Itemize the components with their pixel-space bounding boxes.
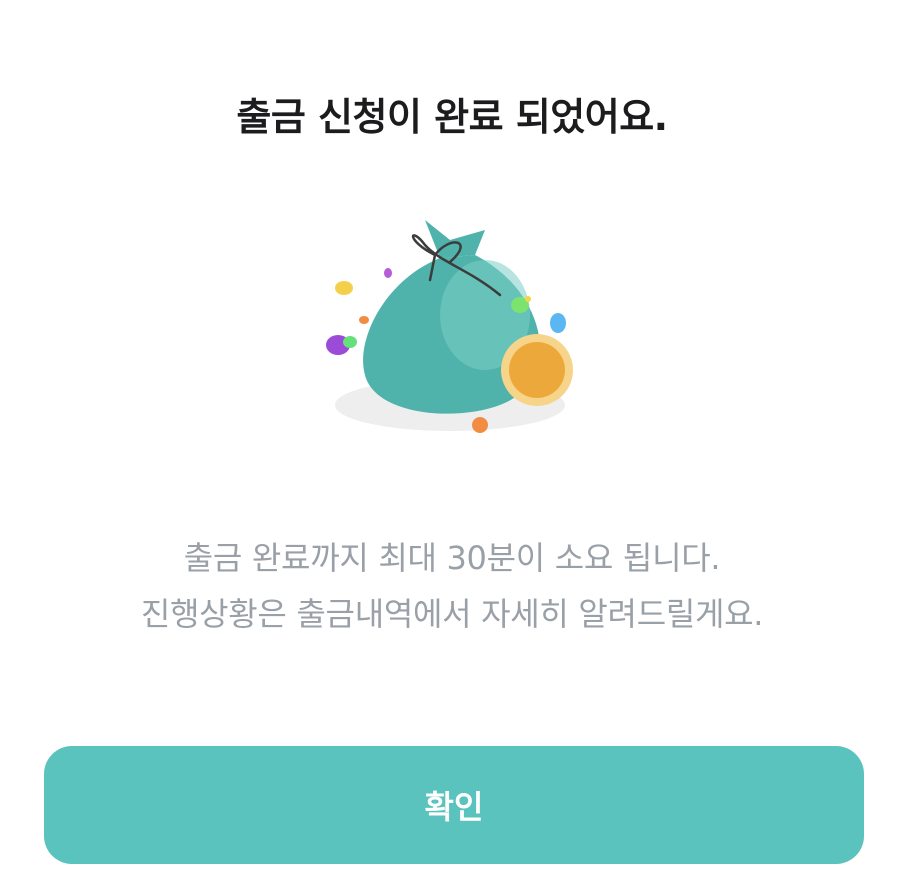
money-bag-icon: [326, 220, 573, 433]
withdrawal-complete-dialog: 출금 신청이 완료 되었어요. 출금 완료까지 최대 30분이 소요 됩니다. …: [0, 0, 904, 890]
message-line-1: 출금 완료까지 최대 30분이 소요 됩니다.: [183, 539, 721, 577]
money-bag-illustration: [310, 200, 600, 450]
dialog-message: 출금 완료까지 최대 30분이 소요 됩니다. 진행상황은 출금내역에서 자세히…: [0, 530, 904, 642]
confirm-button[interactable]: 확인: [44, 746, 864, 864]
dialog-title: 출금 신청이 완료 되었어요.: [236, 95, 668, 139]
message-line-2: 진행상황은 출금내역에서 자세히 알려드릴게요.: [140, 595, 764, 633]
